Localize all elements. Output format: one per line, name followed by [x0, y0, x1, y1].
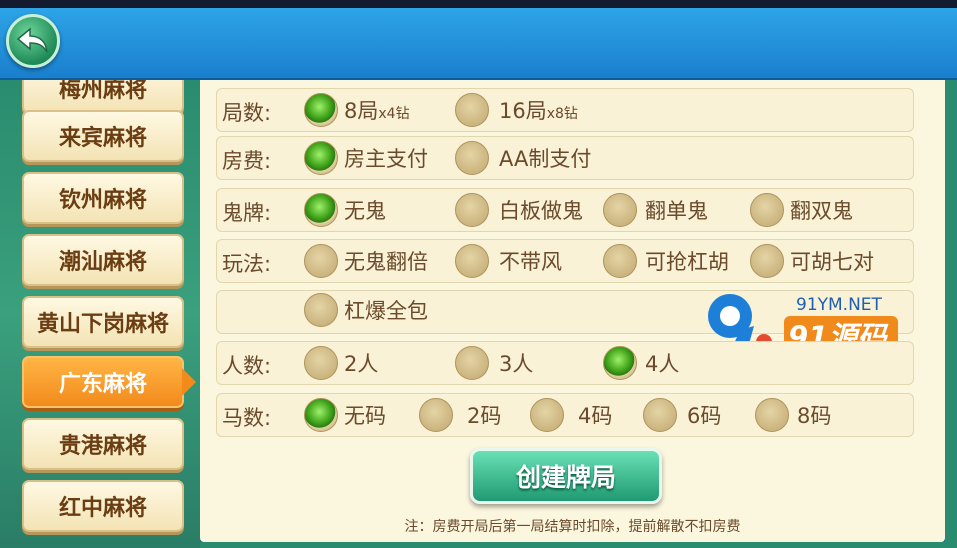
- option-ghost-single[interactable]: 翻单鬼: [603, 193, 708, 227]
- option-label: 不带风: [499, 250, 562, 274]
- create-room-label: 创建牌局: [515, 463, 616, 492]
- option-players-4[interactable]: 4人: [603, 346, 679, 380]
- fee-label: 房费:: [222, 149, 272, 173]
- sidebar-item-chaoshan[interactable]: 潮汕麻将: [22, 234, 184, 286]
- panel-frame-bottom: [200, 542, 957, 548]
- option-label: 无鬼翻倍: [344, 250, 428, 274]
- option-horse-6[interactable]: 6码: [643, 398, 721, 432]
- sidebar-item-guangdong[interactable]: 广东麻将: [22, 356, 196, 408]
- radio-icon: [750, 244, 784, 278]
- radio-icon: [455, 141, 489, 175]
- radio-icon: [455, 193, 489, 227]
- option-ghost-none[interactable]: 无鬼: [304, 193, 386, 227]
- back-button[interactable]: [6, 14, 60, 68]
- option-fee-aa[interactable]: AA制支付: [455, 141, 591, 175]
- option-label: 2码: [467, 404, 502, 428]
- play-label: 玩法:: [222, 252, 272, 276]
- option-label: 杠爆全包: [344, 299, 428, 323]
- option-label: 无鬼: [344, 199, 386, 223]
- radio-selected-icon: [304, 141, 338, 175]
- option-label: 翻双鬼: [790, 199, 853, 223]
- radio-icon: [603, 193, 637, 227]
- radio-icon: [530, 398, 564, 432]
- option-label: 翻单鬼: [645, 199, 708, 223]
- sidebar-item-qinzhou[interactable]: 钦州麻将: [22, 172, 184, 224]
- option-horse-none[interactable]: 无码: [304, 398, 386, 432]
- option-play-seven-pairs[interactable]: 可胡七对: [750, 244, 874, 278]
- option-play-double-noghost[interactable]: 无鬼翻倍: [304, 244, 428, 278]
- watermark-site: 91YM.NET: [796, 295, 883, 315]
- option-label: 8码: [797, 404, 832, 428]
- option-rounds-8[interactable]: 8局x4钻: [304, 93, 410, 127]
- players-label: 人数:: [222, 354, 272, 378]
- sidebar-item-hongzhong[interactable]: 红中麻将: [22, 480, 184, 532]
- radio-selected-icon: [603, 346, 637, 380]
- radio-icon: [304, 293, 338, 327]
- option-label: 8局: [344, 99, 379, 123]
- sidebar-item-guigang[interactable]: 贵港麻将: [22, 418, 184, 470]
- radio-icon: [455, 346, 489, 380]
- panel-frame-right: [945, 80, 957, 548]
- option-players-3[interactable]: 3人: [455, 346, 533, 380]
- radio-icon: [755, 398, 789, 432]
- option-cost: x8钻: [546, 106, 578, 122]
- option-fee-owner[interactable]: 房主支付: [304, 141, 428, 175]
- option-horse-8[interactable]: 8码: [755, 398, 831, 432]
- option-play-rob-kong[interactable]: 可抢杠胡: [603, 244, 729, 278]
- option-label: 4码: [578, 404, 613, 428]
- radio-icon: [643, 398, 677, 432]
- option-horse-4[interactable]: 4码: [530, 398, 612, 432]
- option-label: AA制支付: [499, 147, 592, 171]
- option-ghost-white[interactable]: 白板做鬼: [455, 193, 583, 227]
- radio-icon: [455, 93, 489, 127]
- option-label: 6码: [687, 404, 722, 428]
- sidebar-item-huangshan[interactable]: 黄山下岗麻将: [22, 296, 184, 348]
- radio-icon: [455, 244, 489, 278]
- rounds-label: 局数:: [222, 101, 272, 125]
- radio-icon: [419, 398, 453, 432]
- radio-icon: [304, 244, 338, 278]
- option-label: 16局: [499, 99, 547, 123]
- top-strip: [0, 0, 957, 8]
- radio-icon: [304, 346, 338, 380]
- radio-selected-icon: [304, 193, 338, 227]
- option-label: 房主支付: [344, 147, 428, 171]
- horse-label: 马数:: [222, 406, 272, 430]
- radio-selected-icon: [304, 93, 338, 127]
- option-cost: x4钻: [378, 106, 410, 122]
- create-room-button[interactable]: 创建牌局: [470, 448, 662, 504]
- sidebar-item-meizhou[interactable]: 梅州麻将: [22, 80, 184, 114]
- option-label: 可胡七对: [790, 250, 874, 274]
- option-horse-2[interactable]: 2码: [419, 398, 501, 432]
- sidebar-item-laibin[interactable]: 来宾麻将: [22, 110, 184, 162]
- option-rounds-16[interactable]: 16局x8钻: [455, 93, 578, 127]
- option-play-kong-bloom[interactable]: 杠爆全包: [304, 293, 428, 327]
- radio-icon: [750, 193, 784, 227]
- radio-icon: [603, 244, 637, 278]
- option-label: 白板做鬼: [499, 199, 583, 223]
- option-label: 4人: [645, 352, 680, 376]
- game-type-sidebar: 梅州麻将 来宾麻将 钦州麻将 潮汕麻将 黄山下岗麻将 广东麻将 贵港麻将 红中麻…: [0, 80, 200, 548]
- fee-note: 注：房费开局后第一局结算时扣除，提前解散不扣房费: [404, 519, 741, 535]
- ghost-label: 鬼牌:: [222, 201, 272, 225]
- option-play-no-wind[interactable]: 不带风: [455, 244, 562, 278]
- radio-selected-icon: [304, 398, 338, 432]
- option-ghost-double[interactable]: 翻双鬼: [750, 193, 853, 227]
- option-players-2[interactable]: 2人: [304, 346, 378, 380]
- header-bar: [0, 8, 957, 80]
- option-label: 可抢杠胡: [645, 250, 729, 274]
- option-label: 3人: [499, 352, 534, 376]
- option-label: 2人: [344, 352, 379, 376]
- back-arrow-icon: [16, 27, 48, 53]
- option-label: 无码: [344, 404, 386, 428]
